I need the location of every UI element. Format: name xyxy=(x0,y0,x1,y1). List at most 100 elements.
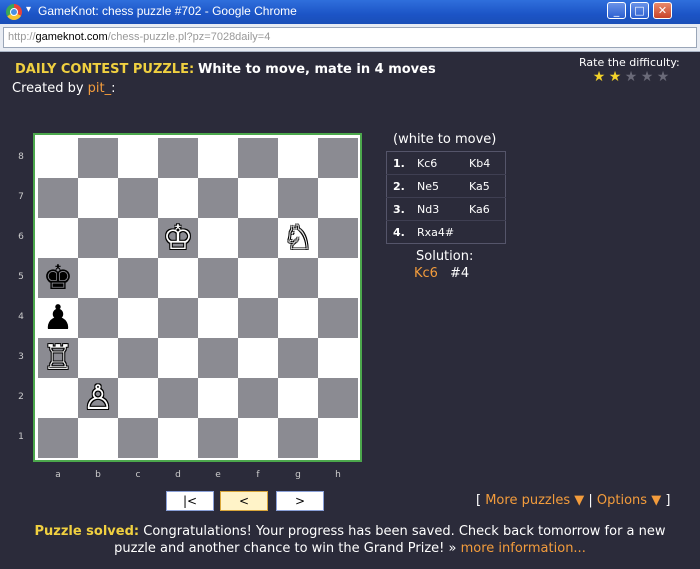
square-h4[interactable] xyxy=(318,298,358,338)
more-puzzles-link[interactable]: More puzzles ▼ xyxy=(485,493,584,508)
black-move[interactable] xyxy=(463,221,506,244)
white-pawn-icon[interactable]: ♙ xyxy=(78,378,118,418)
square-g1[interactable] xyxy=(278,418,318,458)
square-d4[interactable] xyxy=(158,298,198,338)
square-b5[interactable] xyxy=(78,258,118,298)
square-c7[interactable] xyxy=(118,178,158,218)
square-c1[interactable] xyxy=(118,418,158,458)
solution-label: Solution: xyxy=(416,249,474,264)
square-e6[interactable] xyxy=(198,218,238,258)
url-field[interactable]: http://gameknot.com/chess-puzzle.pl?pz=7… xyxy=(3,27,697,48)
minimize-button[interactable]: _ xyxy=(607,2,626,19)
square-c4[interactable] xyxy=(118,298,158,338)
black-move[interactable]: Kb4 xyxy=(463,152,506,175)
difficulty-star-icon[interactable]: ★ xyxy=(591,69,607,85)
white-move[interactable]: Kc6 xyxy=(411,152,463,175)
square-c8[interactable] xyxy=(118,138,158,178)
square-g5[interactable] xyxy=(278,258,318,298)
more-information-link[interactable]: more information... xyxy=(461,541,586,556)
square-f1[interactable] xyxy=(238,418,278,458)
white-king-icon[interactable]: ♔ xyxy=(158,218,198,258)
square-c6[interactable] xyxy=(118,218,158,258)
square-b8[interactable] xyxy=(78,138,118,178)
difficulty-star-icon[interactable]: ★ xyxy=(655,69,671,85)
square-h8[interactable] xyxy=(318,138,358,178)
square-c3[interactable] xyxy=(118,338,158,378)
white-move[interactable]: Rxa4# xyxy=(411,221,463,244)
square-h5[interactable] xyxy=(318,258,358,298)
close-button[interactable]: ✕ xyxy=(653,2,672,19)
square-f6[interactable] xyxy=(238,218,278,258)
square-b7[interactable] xyxy=(78,178,118,218)
square-f8[interactable] xyxy=(238,138,278,178)
options-link[interactable]: Options ▼ xyxy=(597,493,661,508)
white-move[interactable]: Nd3 xyxy=(411,198,463,221)
black-king-icon[interactable]: ♚ xyxy=(38,258,78,298)
square-d1[interactable] xyxy=(158,418,198,458)
square-e7[interactable] xyxy=(198,178,238,218)
chess-board[interactable]: ♔ ♘ ♚ ♟ ♖ ♙ xyxy=(38,138,358,458)
square-h3[interactable] xyxy=(318,338,358,378)
white-rook-icon[interactable]: ♖ xyxy=(38,338,78,378)
square-c5[interactable] xyxy=(118,258,158,298)
solution-move-link[interactable]: Kc6 xyxy=(414,266,438,281)
file-label: e xyxy=(215,470,221,480)
square-a2[interactable] xyxy=(38,378,78,418)
square-e8[interactable] xyxy=(198,138,238,178)
square-f5[interactable] xyxy=(238,258,278,298)
square-c2[interactable] xyxy=(118,378,158,418)
difficulty-star-icon[interactable]: ★ xyxy=(607,69,623,85)
square-e4[interactable] xyxy=(198,298,238,338)
first-move-button[interactable]: |< xyxy=(166,491,214,511)
links-close-bracket: ] xyxy=(665,493,671,508)
black-move[interactable]: Ka5 xyxy=(463,175,506,198)
square-b4[interactable] xyxy=(78,298,118,338)
square-h7[interactable] xyxy=(318,178,358,218)
difficulty-star-icon[interactable]: ★ xyxy=(623,69,639,85)
square-d3[interactable] xyxy=(158,338,198,378)
square-b6[interactable] xyxy=(78,218,118,258)
footer-line-2: puzzle and another chance to win the Gra… xyxy=(0,540,700,557)
window-menu-icon[interactable]: ▾ xyxy=(26,4,31,15)
white-knight-icon[interactable]: ♘ xyxy=(278,218,318,258)
square-a8[interactable] xyxy=(38,138,78,178)
previous-move-button[interactable]: < xyxy=(220,491,268,511)
maximize-button[interactable]: □ xyxy=(630,2,649,19)
square-f2[interactable] xyxy=(238,378,278,418)
square-e1[interactable] xyxy=(198,418,238,458)
square-h2[interactable] xyxy=(318,378,358,418)
white-move[interactable]: Ne5 xyxy=(411,175,463,198)
square-d2[interactable] xyxy=(158,378,198,418)
square-d7[interactable] xyxy=(158,178,198,218)
square-f7[interactable] xyxy=(238,178,278,218)
square-e2[interactable] xyxy=(198,378,238,418)
square-b3[interactable] xyxy=(78,338,118,378)
square-a6[interactable] xyxy=(38,218,78,258)
author-link[interactable]: pit_ xyxy=(88,81,111,96)
square-h1[interactable] xyxy=(318,418,358,458)
move-row: 3. Nd3 Ka6 xyxy=(386,198,506,221)
square-g2[interactable] xyxy=(278,378,318,418)
square-b1[interactable] xyxy=(78,418,118,458)
square-e3[interactable] xyxy=(198,338,238,378)
file-label: a xyxy=(55,470,61,480)
square-g3[interactable] xyxy=(278,338,318,378)
black-move[interactable]: Ka6 xyxy=(463,198,506,221)
square-a7[interactable] xyxy=(38,178,78,218)
square-g8[interactable] xyxy=(278,138,318,178)
rank-label: 4 xyxy=(18,312,24,322)
black-pawn-icon[interactable]: ♟ xyxy=(38,298,78,338)
square-d5[interactable] xyxy=(158,258,198,298)
square-a1[interactable] xyxy=(38,418,78,458)
move-number: 1. xyxy=(393,156,405,170)
difficulty-star-icon[interactable]: ★ xyxy=(639,69,655,85)
square-d8[interactable] xyxy=(158,138,198,178)
square-g7[interactable] xyxy=(278,178,318,218)
square-f4[interactable] xyxy=(238,298,278,338)
puzzle-links: [ More puzzles ▼ | Options ▼ ] xyxy=(476,493,670,508)
square-f3[interactable] xyxy=(238,338,278,378)
square-g4[interactable] xyxy=(278,298,318,338)
square-e5[interactable] xyxy=(198,258,238,298)
next-move-button[interactable]: > xyxy=(276,491,324,511)
square-h6[interactable] xyxy=(318,218,358,258)
